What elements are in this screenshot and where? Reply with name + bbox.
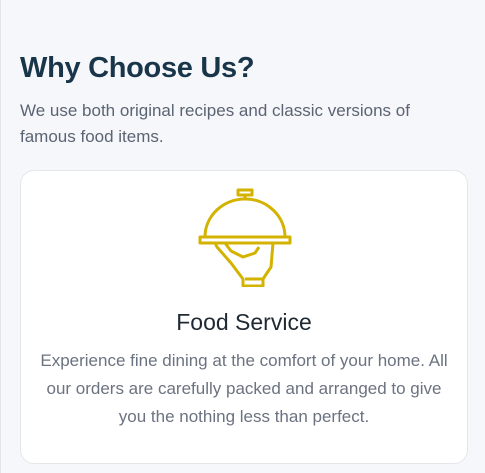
serving-cloche-icon [198,188,292,287]
card-title: Food Service [176,309,312,335]
section-subtitle: We use both original recipes and classic… [20,101,410,146]
card-description: Experience fine dining at the comfort of… [40,351,448,426]
section-title: Why Choose Us? [20,52,255,84]
feature-card-food-service: Food Service Experience fine dining at t… [20,170,468,464]
